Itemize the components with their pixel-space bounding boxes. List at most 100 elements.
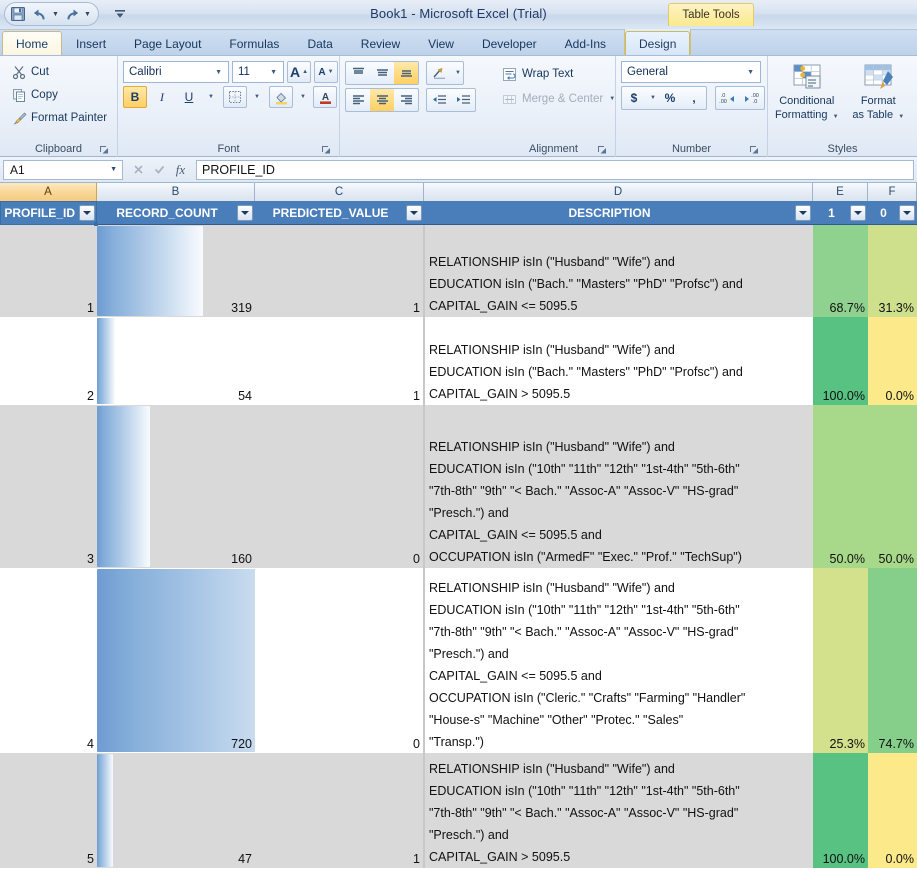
cell-description[interactable]: RELATIONSHIP isIn ("Husband" "Wife") and… [424, 405, 813, 568]
tab-developer[interactable]: Developer [468, 31, 551, 55]
comma-style-button[interactable]: , [682, 87, 706, 109]
table-header-predicted-value[interactable]: PREDICTED_VALUE [255, 201, 424, 225]
cell-pct-zero[interactable]: 0.0% [868, 753, 917, 868]
decrease-indent-button[interactable] [427, 89, 451, 111]
cell-pct-one[interactable]: 100.0% [813, 317, 868, 405]
align-bottom-button[interactable] [394, 62, 418, 84]
table-header-profile-id[interactable]: PROFILE_ID [0, 201, 97, 225]
wrap-text-button[interactable]: Wrap Text [497, 63, 578, 85]
cell-description[interactable]: RELATIONSHIP isIn ("Husband" "Wife") and… [424, 568, 813, 753]
cell-pct-one[interactable]: 68.7% [813, 225, 868, 317]
orientation-chevron-down-icon[interactable]: ▼ [451, 62, 463, 84]
font-color-button[interactable]: A [313, 86, 337, 108]
font-name-chevron-down-icon[interactable]: ▼ [211, 69, 226, 76]
tab-data[interactable]: Data [293, 31, 346, 55]
underline-chevron-down-icon[interactable]: ▼ [204, 86, 216, 108]
increase-decimal-button[interactable]: .0 .00 [716, 87, 740, 109]
table-header-description[interactable]: DESCRIPTION [424, 201, 813, 225]
table-row[interactable]: 4 720 0 RELATIONSHIP isIn ("Husband" "Wife"… [0, 568, 917, 753]
filter-button-description[interactable] [795, 205, 811, 221]
cell-record-count[interactable]: 319 [97, 225, 255, 317]
fill-color-button[interactable] [269, 86, 293, 108]
filter-button-one[interactable] [850, 205, 866, 221]
number-format-chevron-down-icon[interactable]: ▼ [743, 69, 758, 76]
font-size-chevron-down-icon[interactable]: ▼ [266, 69, 281, 76]
cell-description[interactable]: RELATIONSHIP isIn ("Husband" "Wife") and… [424, 753, 813, 868]
cell-record-count[interactable]: 47 [97, 753, 255, 868]
filter-button-record-count[interactable] [237, 205, 253, 221]
alignment-dialog-launcher-icon[interactable] [596, 144, 608, 156]
filter-button-zero[interactable] [899, 205, 915, 221]
copy-button[interactable]: Copy [7, 84, 63, 106]
font-name-combo[interactable]: Calibri ▼ [123, 61, 229, 83]
tab-view[interactable]: View [414, 31, 468, 55]
column-header-f[interactable]: F [868, 183, 917, 201]
cell-pct-zero[interactable]: 0.0% [868, 317, 917, 405]
cell-record-count[interactable]: 54 [97, 317, 255, 405]
cell-profile-id[interactable]: 1 [0, 225, 97, 317]
table-header-record-count[interactable]: RECORD_COUNT [97, 201, 255, 225]
cell-pct-one[interactable]: 50.0% [813, 405, 868, 568]
cell-pct-zero[interactable]: 50.0% [868, 405, 917, 568]
tab-home[interactable]: Home [2, 31, 63, 55]
cell-predicted-value[interactable]: 1 [255, 753, 424, 868]
grow-font-button[interactable]: A ▲ [287, 61, 311, 83]
cell-predicted-value[interactable]: 0 [255, 405, 424, 568]
font-dialog-launcher-icon[interactable] [320, 144, 332, 156]
cell-predicted-value[interactable]: 1 [255, 225, 424, 317]
tab-review[interactable]: Review [347, 31, 414, 55]
conditional-formatting-button[interactable]: Conditional Formatting ▼ [773, 61, 841, 123]
increase-indent-button[interactable] [451, 89, 475, 111]
enter-entry-icon[interactable] [152, 162, 167, 177]
table-header-one[interactable]: 1 [813, 201, 868, 225]
merge-center-button[interactable]: Merge & Center ▼ [497, 88, 620, 110]
format-as-table-chevron-down-icon[interactable]: ▼ [898, 114, 904, 120]
column-header-d[interactable]: D [424, 183, 813, 201]
number-format-combo[interactable]: General ▼ [621, 61, 761, 83]
clipboard-dialog-launcher-icon[interactable] [98, 144, 110, 156]
format-as-table-button[interactable]: Format as Table ▼ [845, 61, 913, 123]
table-row[interactable]: 5 47 1 RELATIONSHIP isIn ("Husband" "Wife")… [0, 753, 917, 868]
italic-button[interactable]: I [150, 86, 174, 108]
cell-profile-id[interactable]: 2 [0, 317, 97, 405]
insert-function-icon[interactable]: fx [173, 162, 188, 177]
percent-style-button[interactable]: % [658, 87, 682, 109]
column-header-b[interactable]: B [97, 183, 255, 201]
cut-button[interactable]: Cut [7, 61, 54, 83]
table-row[interactable]: 2 54 1 RELATIONSHIP isIn ("Husband" "Wife")… [0, 317, 917, 405]
align-right-button[interactable] [394, 89, 418, 111]
name-box-chevron-down-icon[interactable]: ▼ [110, 166, 120, 173]
fill-color-chevron-down-icon[interactable]: ▼ [296, 86, 308, 108]
column-header-e[interactable]: E [813, 183, 868, 201]
align-center-button[interactable] [370, 89, 394, 111]
cell-pct-zero[interactable]: 31.3% [868, 225, 917, 317]
tab-add-ins[interactable]: Add-Ins [551, 31, 620, 55]
cell-description[interactable]: RELATIONSHIP isIn ("Husband" "Wife") and… [424, 225, 813, 317]
cell-pct-one[interactable]: 100.0% [813, 753, 868, 868]
cell-description[interactable]: RELATIONSHIP isIn ("Husband" "Wife") and… [424, 317, 813, 405]
column-header-c[interactable]: C [255, 183, 424, 201]
conditional-formatting-chevron-down-icon[interactable]: ▼ [833, 114, 839, 120]
filter-button-predicted-value[interactable] [406, 205, 422, 221]
shrink-font-button[interactable]: A ▼ [314, 61, 338, 83]
column-header-a[interactable]: A [0, 183, 97, 201]
align-top-button[interactable] [346, 62, 370, 84]
tab-page-layout[interactable]: Page Layout [120, 31, 215, 55]
orientation-button[interactable] [427, 62, 451, 84]
filter-button-profile-id[interactable] [79, 205, 95, 221]
currency-chevron-down-icon[interactable]: ▼ [646, 87, 658, 109]
cell-profile-id[interactable]: 3 [0, 405, 97, 568]
bold-button[interactable]: B [123, 86, 147, 108]
borders-button[interactable] [223, 86, 247, 108]
table-header-zero[interactable]: 0 [868, 201, 917, 225]
cell-predicted-value[interactable]: 1 [255, 317, 424, 405]
align-middle-button[interactable] [370, 62, 394, 84]
cell-pct-one[interactable]: 25.3% [813, 568, 868, 753]
table-row[interactable]: 1 319 1 RELATIONSHIP isIn ("Husband" "Wife"… [0, 225, 917, 317]
table-row[interactable]: 3 160 0 RELATIONSHIP isIn ("Husband" "Wife"… [0, 405, 917, 568]
cell-profile-id[interactable]: 4 [0, 568, 97, 753]
borders-chevron-down-icon[interactable]: ▼ [250, 86, 262, 108]
formula-input[interactable]: PROFILE_ID [196, 159, 914, 180]
decrease-decimal-button[interactable]: .00 .0 [740, 87, 764, 109]
name-box[interactable]: A1 ▼ [3, 159, 123, 180]
